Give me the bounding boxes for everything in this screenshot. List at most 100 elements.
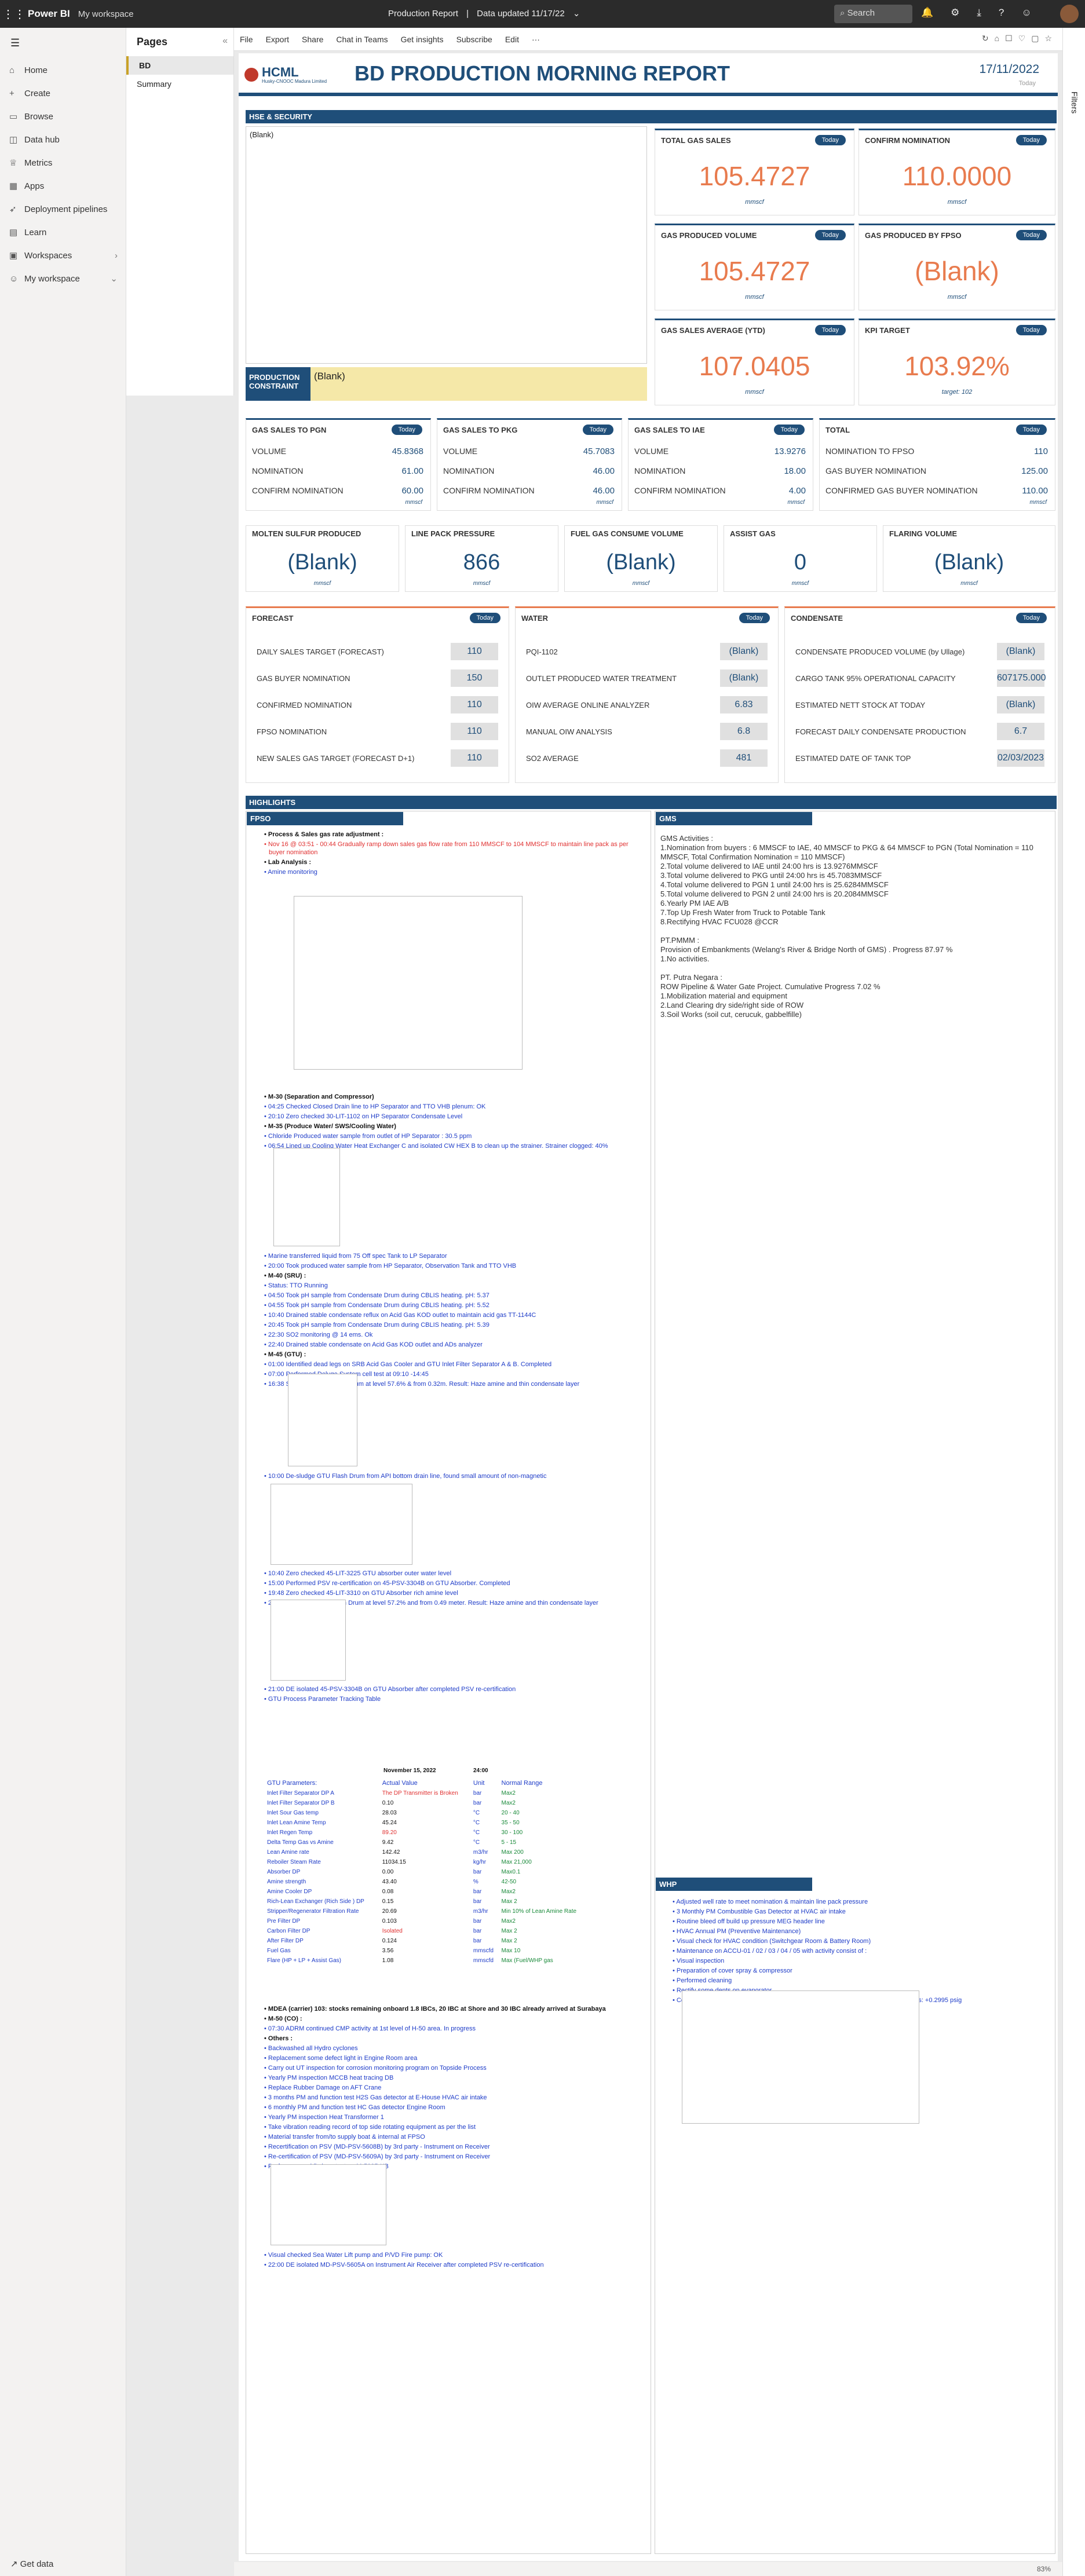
chevron-down-icon: ⌄ [110, 274, 118, 284]
table-cell: Stripper/Regenerator Filtration Rate [267, 1908, 359, 1915]
list-item: • 15:00 Performed PSV re-certification o… [264, 1580, 510, 1587]
list-item: • Chloride Produced water sample from ou… [264, 1133, 472, 1140]
table-cell: m3/hr [473, 1908, 488, 1915]
chat-in-teams-button[interactable]: Chat in Teams [336, 35, 388, 44]
data-updated[interactable]: Data updated 11/17/22 [477, 9, 565, 19]
table-cell: m3/hr [473, 1849, 488, 1856]
gms-line: 3.Total volume delivered to PKG until 24… [660, 871, 882, 880]
nav-item-deployment[interactable]: ➶ Deployment pipelines [0, 197, 126, 221]
subscribe-button[interactable]: Subscribe [456, 35, 492, 44]
share-button[interactable]: Share [302, 35, 323, 44]
get-data-link[interactable]: ↗ Get data [10, 2559, 53, 2569]
prod-constraint-label: PRODUCTION CONSTRAINT [246, 367, 310, 401]
gms-line: 1.Nomination from buyers : 6 MMSCF to IA… [660, 843, 1033, 861]
fpso-list-d: • 10:00 De-sludge GTU Flash Drum from AP… [262, 1472, 633, 1482]
hse-box: (Blank) [246, 126, 647, 364]
get-insights-button[interactable]: Get insights [401, 35, 444, 44]
nav-item-apps[interactable]: ▦ Apps [0, 174, 126, 197]
list-item: • Process & Sales gas rate adjustment : [264, 831, 384, 838]
search-input[interactable]: ⌕ Search [834, 5, 912, 23]
nav-item-browse[interactable]: ▭ Browse [0, 105, 126, 128]
table-row: Amine strength 43.40% 42-50 [265, 1877, 589, 1887]
table-row: Stripper/Regenerator Filtration Rate 20.6… [265, 1907, 589, 1916]
zoom-level[interactable]: 83% [1037, 2565, 1051, 2573]
nav-item-learn[interactable]: ▤ Learn [0, 221, 126, 244]
brand-label[interactable]: Power BI [28, 8, 70, 20]
table-cell: 89.20 [382, 1829, 397, 1836]
list-item: • Recertification on PSV (MD-PSV-5608B) … [264, 2143, 490, 2150]
table-cell: 45.24 [382, 1820, 397, 1826]
table-cell: Max2 [501, 1889, 516, 1895]
report-title: Production Report [388, 9, 458, 19]
table-row: Inlet Lean Amine Temp 45.24 °C 35 - 50 [265, 1818, 589, 1828]
list-item: • Visual inspection [673, 1957, 725, 1964]
gms-line: 4.Total volume delivered to PGN 1 until … [660, 880, 889, 889]
edit-button[interactable]: Edit [505, 35, 519, 44]
table-cell: 0.00 [382, 1869, 394, 1875]
chevron-down-icon[interactable]: ⌄ [573, 9, 580, 19]
gms-line: 5.Total volume delivered to PGN 2 until … [660, 890, 889, 898]
table-row: Rich-Lean Exchanger (Rich Side ) DP 0.15 b… [265, 1897, 589, 1907]
list-item: • Carry out UT inspection for corrosion … [264, 2065, 487, 2072]
table-cell: bar [473, 1898, 482, 1905]
table-cell: Fuel Gas [267, 1948, 291, 1954]
table-cell: 43.40 [382, 1879, 397, 1885]
table-cell: 20 - 40 [501, 1810, 520, 1816]
list-item: • Re-certification of PSV (MD-PSV-5609A)… [264, 2153, 491, 2160]
table-row: Carbon Filter DP Isolated bar Max 2 [265, 1926, 589, 1936]
table-cell: Amine strength [267, 1879, 306, 1885]
nav-item-my-workspace[interactable]: ☺ My workspace ⌄ [0, 267, 126, 290]
table-cell: 11034.15 [382, 1859, 406, 1865]
table-cell: Max0.1 [501, 1869, 521, 1875]
workspace-link[interactable]: My workspace [78, 9, 134, 19]
file-menu[interactable]: File [240, 35, 253, 44]
page-tab-bd[interactable]: BD [126, 56, 233, 75]
table-cell: Min 10% of Lean Amine Rate [501, 1908, 577, 1915]
nav-item-home[interactable]: ⌂ Home [0, 58, 126, 82]
table-cell: Max2 [501, 1800, 516, 1806]
table-cell: bar [473, 1800, 482, 1806]
nav-item-create[interactable]: + Create [0, 82, 126, 105]
list-item: • Replace Rubber Damage on AFT Crane [264, 2084, 382, 2091]
table-cell: 28.03 [382, 1810, 397, 1816]
chevron-right-icon: › [115, 250, 118, 261]
table-cell: 35 - 50 [501, 1820, 520, 1826]
fuel-gas-card: FUEL GAS CONSUME VOLUME (Blank) mmscf [564, 525, 718, 592]
list-item: • Material transfer from/to supply boat … [264, 2134, 425, 2140]
whp-label: WHP [656, 1878, 812, 1891]
table-cell: 42-50 [501, 1879, 517, 1885]
page-tab-summary[interactable]: Summary [126, 75, 233, 93]
gms-line: ROW Pipeline & Water Gate Project. Cumul… [660, 982, 881, 991]
nav-item-data-hub[interactable]: ◫ Data hub [0, 128, 126, 151]
table-cell: Max 10 [501, 1948, 521, 1954]
table-cell: 5 - 15 [501, 1839, 517, 1846]
app-launcher-icon[interactable]: ⋮⋮ [0, 7, 28, 21]
hamburger-icon[interactable]: ☰ [0, 28, 126, 58]
table-header: GTU Parameters: [267, 1780, 317, 1787]
collapse-icon[interactable]: « [222, 36, 228, 46]
table-cell: Max2 [501, 1790, 516, 1796]
list-item: • Take vibration reading record of top s… [264, 2124, 476, 2131]
avatar[interactable] [1060, 5, 1079, 23]
list-item: • 19:48 Zero checked 45-LIT-3310 on GTU … [264, 1590, 458, 1597]
table-row: Delta Temp Gas vs Amine 9.42 °C 5 - 15 [265, 1838, 589, 1847]
nav-item-workspaces[interactable]: ▣ Workspaces › [0, 244, 126, 267]
fpso-list-b: • M-30 (Separation and Compressor) • 04:2… [262, 1093, 633, 1152]
header-icons[interactable]: 🔔⚙⤓?☺ [921, 7, 1049, 19]
toolbar-right-icons[interactable]: ↻⌂☐♡▢☆ [982, 34, 1058, 43]
filters-pane[interactable]: Filters [1062, 28, 1085, 2576]
list-item: • 04:50 Took pH sample from Condensate D… [264, 1292, 489, 1299]
list-item: • Replacement some defect light in Engin… [264, 2055, 418, 2062]
hse-section-bar: HSE & SECURITY [246, 110, 1057, 123]
table-cell: °C [473, 1839, 480, 1846]
table-row: Amine Cooler DP 0.08 bar Max2 [265, 1887, 589, 1897]
list-item: • 04:25 Checked Closed Drain line to HP … [264, 1103, 486, 1110]
list-item: • 3 Monthly PM Combustible Gas Detector … [673, 1908, 846, 1915]
export-menu[interactable]: Export [266, 35, 289, 44]
nav-item-metrics[interactable]: ♕ Metrics [0, 151, 126, 174]
sales-card-pkg: GAS SALES TO PKG Today VOLUME 45.7083 NOMI… [437, 418, 622, 511]
more-icon[interactable]: ··· [532, 35, 540, 44]
gms-line: PT. Putra Negara : [660, 973, 722, 982]
list-item: • M-35 (Produce Water/ SWS/Cooling Water… [264, 1123, 396, 1130]
list-item: • Status: TTO Running [264, 1282, 328, 1289]
